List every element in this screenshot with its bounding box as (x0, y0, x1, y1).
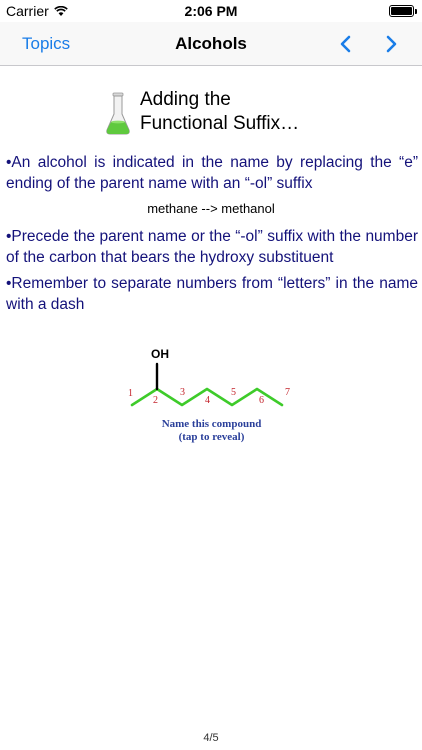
chevron-right-icon[interactable] (380, 32, 402, 56)
carbon-number: 4 (205, 395, 210, 406)
status-time: 2:06 PM (184, 3, 238, 19)
bullet-suffix-rule: •An alcohol is indicated in the name by … (6, 154, 418, 192)
navigation-bar: Topics Alcohols (0, 22, 422, 66)
bullet-carbon-number-rule: •Precede the parent name or the “-ol” su… (6, 228, 418, 266)
carbon-number: 3 (180, 387, 185, 398)
battery-cap (415, 9, 417, 14)
compound-structure[interactable]: OH 1 2 3 4 5 6 7 Name this compound (tap… (125, 345, 300, 445)
heading-text: Adding the Functional Suffix… (140, 88, 299, 136)
structure-caption: Name this compound (161, 418, 262, 430)
chevron-left-icon[interactable] (335, 32, 357, 56)
tap-to-reveal-caption[interactable]: (tap to reveal) (123, 431, 300, 443)
battery-icon (389, 5, 417, 17)
example-text: methane --> methanol (147, 201, 275, 216)
page-title: Alcohols (175, 34, 247, 53)
carbon-number: 7 (285, 387, 290, 398)
carbon-chain-diagram (130, 362, 284, 407)
carbon-number: 2 (153, 395, 158, 406)
carbon-number: 1 (128, 388, 133, 399)
section-heading: Adding the Functional Suffix… (104, 88, 299, 136)
bullet-dash-rule: •Remember to separate numbers from “lett… (6, 275, 418, 313)
carbon-number: 6 (259, 395, 264, 406)
flask-icon (106, 92, 130, 135)
page-indicator: 4/5 (203, 732, 219, 744)
carbon-number: 5 (231, 387, 236, 398)
heading-line2: Functional Suffix… (140, 113, 300, 134)
battery-level (391, 7, 412, 15)
status-bar: Carrier 2:06 PM (0, 0, 422, 22)
heading-line1: Adding the (140, 89, 231, 110)
